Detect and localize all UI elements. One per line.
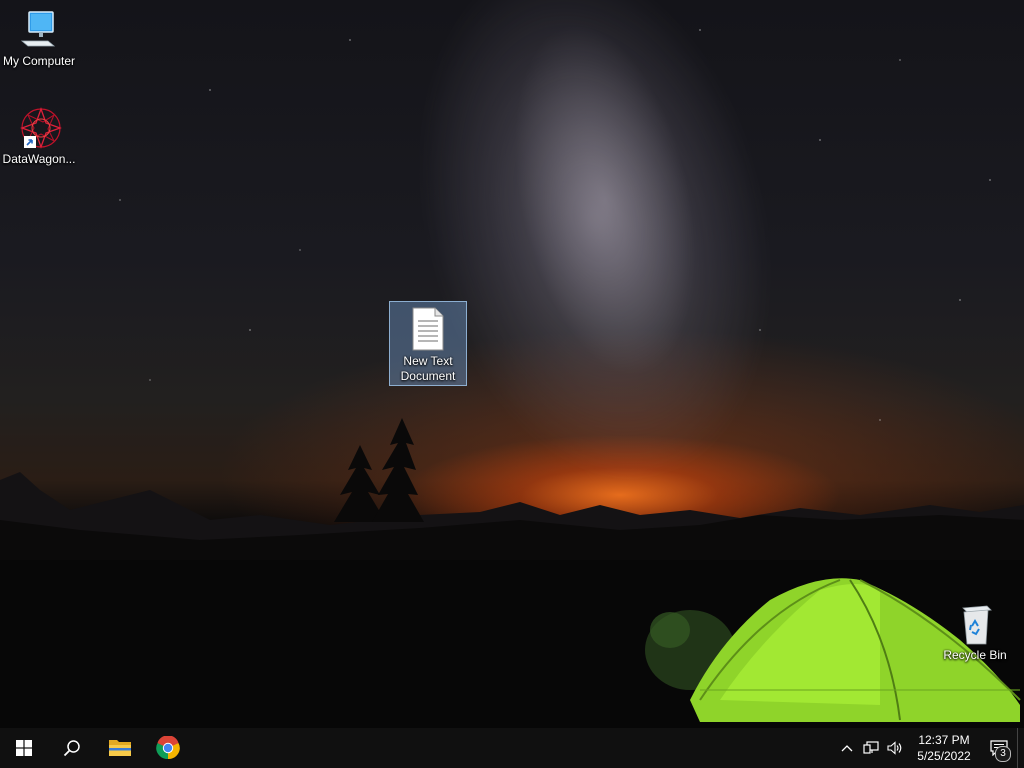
- desktop-icon-label: My Computer: [2, 54, 76, 68]
- datawagon-app-icon: [20, 107, 62, 149]
- computer-icon: [20, 11, 56, 47]
- chevron-up-icon: [841, 745, 853, 752]
- clock-time: 12:37 PM: [918, 733, 970, 747]
- start-button[interactable]: [0, 728, 48, 768]
- volume-button[interactable]: [883, 728, 907, 768]
- recycle-bin-icon: [962, 605, 992, 645]
- show-hidden-icons-button[interactable]: [835, 728, 859, 768]
- network-button[interactable]: [859, 728, 883, 768]
- network-icon: [863, 741, 879, 754]
- desktop-icon-label: Recycle Bin: [943, 648, 1007, 662]
- desktop-icon-label-line-1: New Text: [403, 354, 453, 368]
- clock[interactable]: 12:37 PM 5/25/2022: [907, 732, 981, 764]
- desktop-icon-recycle-bin[interactable]: Recycle Bin: [937, 602, 1013, 663]
- chrome-icon: [156, 736, 180, 760]
- search-icon: [63, 740, 80, 757]
- desktop-icon-new-text-document[interactable]: New Text Document: [389, 301, 467, 386]
- folder-icon: [109, 740, 131, 756]
- search-button[interactable]: [48, 728, 96, 768]
- action-center-button[interactable]: 3: [981, 728, 1017, 768]
- notification-count-badge: 3: [995, 746, 1011, 762]
- desktop-wallpaper[interactable]: [0, 0, 1024, 728]
- desktop-icon-label-line-2: Document: [400, 369, 456, 383]
- clock-date: 5/25/2022: [917, 749, 971, 763]
- windows-logo-icon: [16, 740, 32, 756]
- show-desktop-button[interactable]: [1017, 728, 1024, 768]
- desktop-icon-my-computer[interactable]: My Computer: [1, 8, 77, 69]
- desktop-icon-datawagon[interactable]: DataWagon...: [1, 106, 77, 167]
- volume-icon: [887, 741, 902, 755]
- landscape-silhouette: [0, 418, 1024, 728]
- taskbar: 12:37 PM 5/25/2022 3: [0, 728, 1024, 768]
- file-explorer-button[interactable]: [96, 728, 144, 768]
- text-document-icon: [412, 307, 444, 351]
- chrome-button[interactable]: [144, 728, 192, 768]
- desktop-icon-label: DataWagon...: [2, 152, 76, 166]
- system-tray: 12:37 PM 5/25/2022 3: [835, 728, 1024, 768]
